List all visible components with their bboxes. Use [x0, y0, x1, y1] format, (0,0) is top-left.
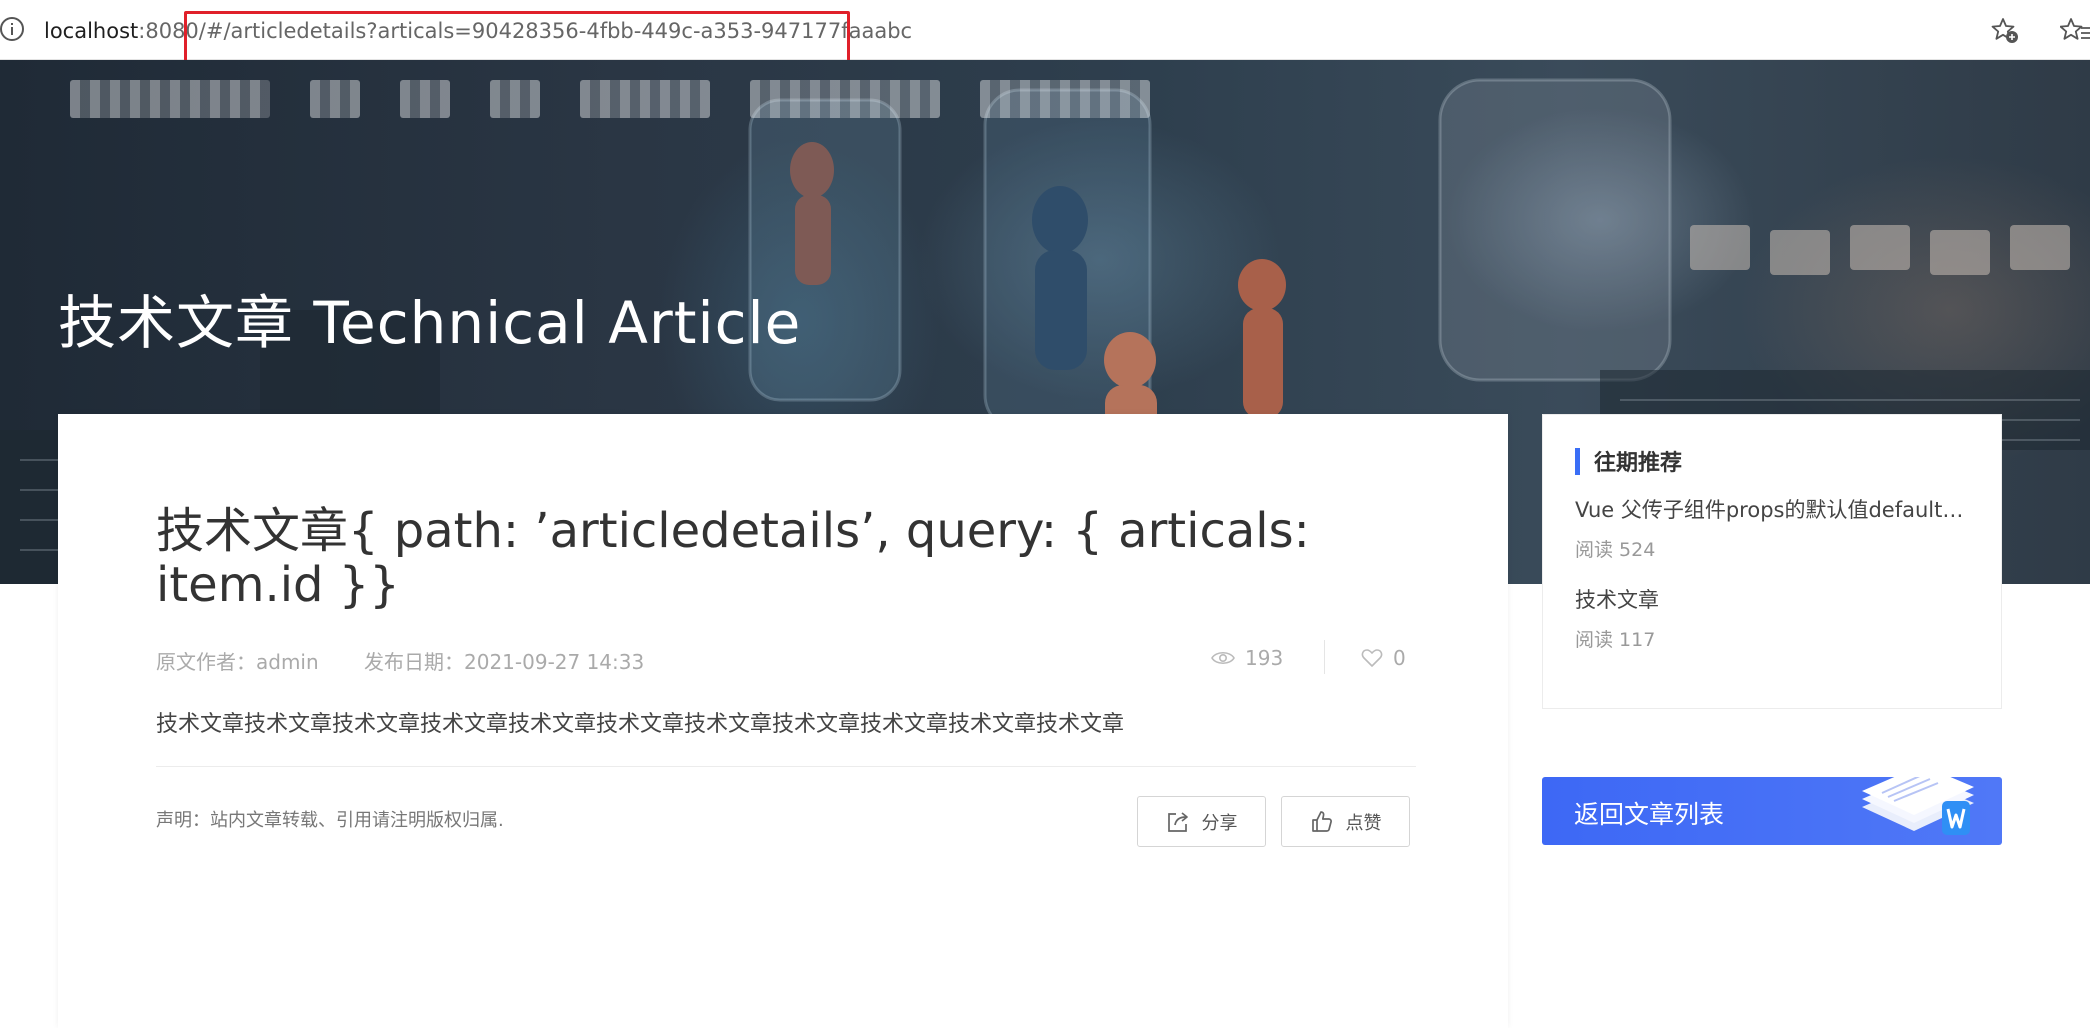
copyright-statement: 声明：站内文章转载、引用请注明版权归属.: [156, 810, 504, 831]
accent-bar: [1575, 447, 1580, 475]
recommendation-reads: 阅读 524: [1575, 539, 1656, 561]
back-to-list-label: 返回文章列表: [1574, 800, 1725, 829]
article-body: 技术文章技术文章技术文章技术文章技术文章技术文章技术文章技术文章技术文章技术文章…: [156, 712, 1125, 737]
recommendation-reads: 阅读 117: [1575, 629, 1656, 651]
recommendation-item[interactable]: 技术文章 阅读 117: [1575, 585, 1975, 652]
recommendation-title[interactable]: 技术文章: [1575, 585, 1975, 615]
like-label: 点赞: [1345, 812, 1382, 833]
likes-counter[interactable]: 0: [1361, 646, 1406, 670]
meta-divider: [1324, 640, 1325, 674]
recommendations-title: 往期推荐: [1594, 451, 1683, 476]
back-to-list-button[interactable]: 返回文章列表: [1542, 777, 2002, 845]
share-icon: [1167, 811, 1188, 832]
recommendation-item[interactable]: Vue 父传子组件props的默认值default… 阅读 524: [1575, 495, 1975, 562]
article-divider: [156, 766, 1416, 767]
favorites-icon[interactable]: [2060, 15, 2090, 45]
url-host: localhost: [44, 19, 139, 43]
article-title: 技术文章{ path: ’articledetails’, query: { a…: [156, 503, 1310, 613]
article-date: 发布日期：2021-09-27 14:33: [364, 650, 645, 674]
share-button[interactable]: 分享: [1137, 796, 1266, 847]
article-card: 技术文章{ path: ’articledetails’, query: { a…: [58, 414, 1508, 1028]
like-button[interactable]: 点赞: [1281, 796, 1410, 847]
views-counter: 193: [1211, 646, 1283, 670]
thumbs-up-icon: [1311, 810, 1332, 832]
share-label: 分享: [1201, 812, 1238, 833]
star-add-icon[interactable]: [1990, 15, 2020, 45]
banner-title: 技术文章 Technical Article: [58, 289, 802, 357]
article-author: 原文作者：admin: [156, 650, 319, 674]
url-highlight-box: [184, 11, 850, 64]
article-meta: 原文作者：admin 发布日期：2021-09-27 14:33 193 0: [156, 640, 1416, 676]
heart-icon: [1361, 649, 1383, 667]
blurred-navigation: [70, 80, 1150, 118]
recommendations-header: 往期推荐: [1575, 446, 1682, 476]
browser-address-bar: localhost:8080/#/articledetails?articals…: [0, 0, 2090, 64]
info-icon[interactable]: [0, 17, 24, 41]
likes-count: 0: [1393, 646, 1406, 670]
recommendation-title[interactable]: Vue 父传子组件props的默认值default…: [1575, 495, 1975, 525]
documents-illustration-icon: [1862, 777, 1974, 835]
recommendations-card: 往期推荐 Vue 父传子组件props的默认值default… 阅读 524 技…: [1542, 414, 2002, 709]
views-count: 193: [1245, 646, 1284, 670]
eye-icon: [1211, 651, 1235, 665]
